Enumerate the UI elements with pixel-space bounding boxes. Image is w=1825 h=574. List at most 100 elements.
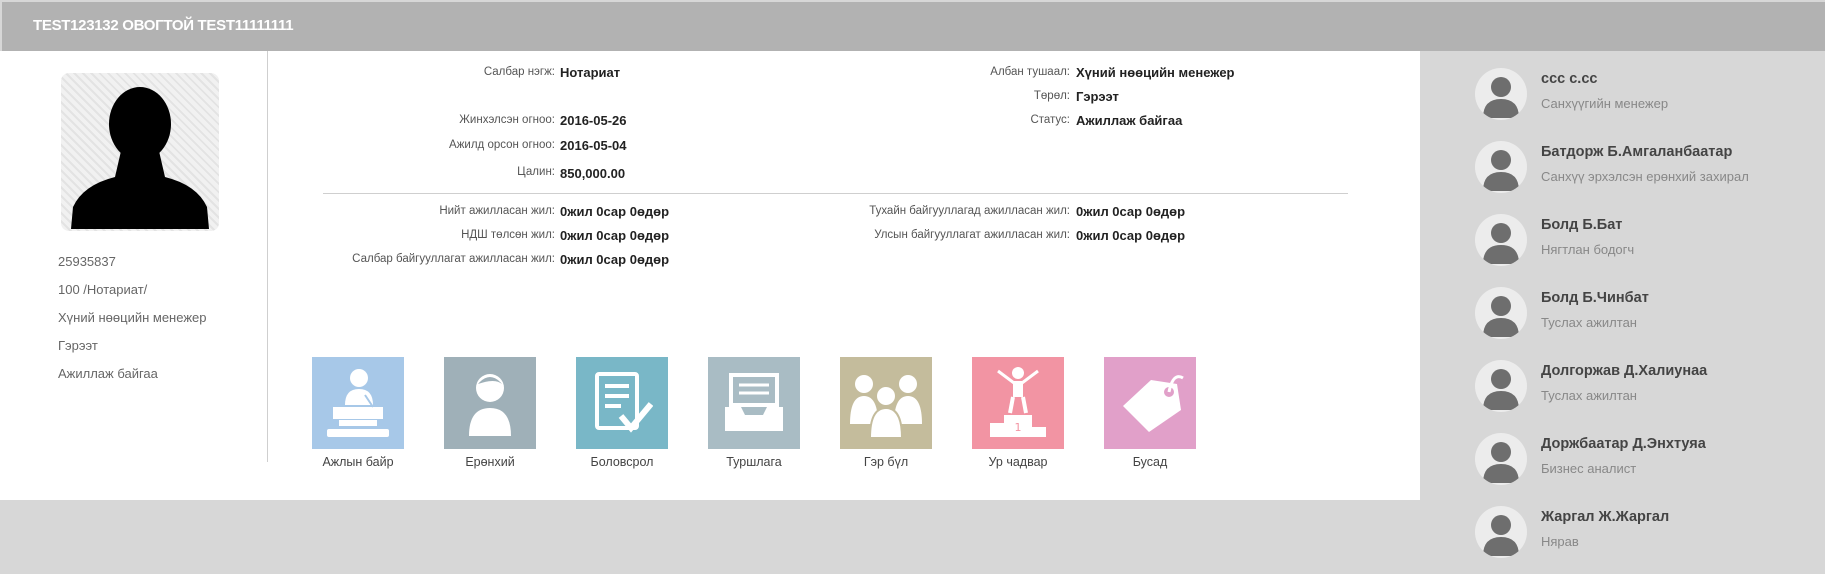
employee-main-panel: 25935837 100 /Нотариат/ Хүний нөөцийн ме… xyxy=(3,51,1420,500)
tag-icon xyxy=(1123,375,1184,432)
company-years-value: 0жил 0сар 0өдөр xyxy=(1076,204,1186,219)
type-value: Гэрээт xyxy=(1076,89,1119,104)
staff-list-item[interactable]: Болд Б.Бат Нягтлан бодогч xyxy=(1473,214,1823,272)
tile-other-box[interactable] xyxy=(1104,357,1196,449)
page-title: TEST123132 ОВОГТОЙ TEST11111111 xyxy=(33,17,294,34)
staff-name: Жаргал Ж.Жаргал xyxy=(1541,509,1670,525)
staff-role: Туслах ажилтан xyxy=(1541,315,1637,330)
job-title-value: Хүний нөөцийн менежер xyxy=(1076,65,1235,80)
sector-years-label: Салбар байгууллагат ажилласан жил: xyxy=(352,253,555,265)
profile-column: 25935837 100 /Нотариат/ Хүний нөөцийн ме… xyxy=(3,51,268,462)
tile-family[interactable]: Гэр бүл xyxy=(840,357,932,469)
staff-avatar xyxy=(1475,141,1527,193)
staff-list-item[interactable]: Жаргал Ж.Жаргал Нярав xyxy=(1473,506,1823,564)
staff-name: Болд Б.Чинбат xyxy=(1541,290,1649,306)
staff-avatar xyxy=(1475,287,1527,339)
tile-other[interactable]: Бусад xyxy=(1104,357,1196,469)
tile-general[interactable]: Ерөнхий xyxy=(444,357,536,469)
tile-experience-box[interactable] xyxy=(708,357,800,449)
start-date-label: Ажилд орсон огноо: xyxy=(449,139,555,151)
staff-list-item[interactable]: Батдорж Б.Амгаланбаатар Санхүү эрхэлсэн … xyxy=(1473,141,1823,199)
type-label: Төрөл: xyxy=(1033,90,1070,102)
staff-role: Санхүүгийн менежер xyxy=(1541,96,1669,111)
tile-skills[interactable]: 1 Ур чадвар xyxy=(972,357,1064,469)
tile-general-label: Ерөнхий xyxy=(465,455,515,469)
staff-avatar xyxy=(1475,68,1527,120)
tile-family-label: Гэр бүл xyxy=(863,455,909,469)
employee-avatar xyxy=(61,73,219,231)
podium-speaker-icon xyxy=(327,369,389,437)
profile-status: Ажиллаж байгаа xyxy=(58,366,158,381)
page-header: TEST123132 ОВОГТОЙ TEST11111111 xyxy=(2,2,1825,51)
tile-workplace[interactable]: Ажлын байр xyxy=(312,357,404,469)
svg-text:1: 1 xyxy=(1015,421,1022,434)
tile-family-box[interactable] xyxy=(840,357,932,449)
tile-education[interactable]: Боловсрол xyxy=(576,357,668,469)
profile-branch: 100 /Нотариат/ xyxy=(58,282,148,297)
branch-unit-value: Нотариат xyxy=(560,65,621,80)
staff-name: Долгоржав Д.Халиунаа xyxy=(1541,363,1708,379)
ndsh-years-label: НДШ төлсөн жил: xyxy=(461,229,555,241)
user-avatar-icon xyxy=(1483,150,1519,191)
staff-name: Болд Б.Бат xyxy=(1541,217,1623,233)
staff-avatar xyxy=(1475,506,1527,558)
staff-role: Нярав xyxy=(1541,534,1579,549)
staff-role: Бизнес аналист xyxy=(1541,461,1637,476)
state-years-value: 0жил 0сар 0өдөр xyxy=(1076,228,1186,243)
salary-value: 850,000.00 xyxy=(560,166,626,181)
user-avatar-icon xyxy=(1483,223,1519,264)
tile-education-box[interactable] xyxy=(576,357,668,449)
ndsh-years-value: 0жил 0сар 0өдөр xyxy=(560,228,670,243)
tile-skills-label: Ур чадвар xyxy=(988,455,1048,469)
salary-label: Цалин: xyxy=(517,166,555,178)
hired-date-value: 2016-05-26 xyxy=(560,113,627,128)
staff-list-item[interactable]: Болд Б.Чинбат Туслах ажилтан xyxy=(1473,287,1823,345)
tile-experience[interactable]: Туршлага xyxy=(708,357,800,469)
tile-experience-label: Туршлага xyxy=(726,455,782,469)
document-check-icon xyxy=(595,372,653,433)
staff-avatar xyxy=(1475,214,1527,266)
person-silhouette-icon xyxy=(71,87,209,229)
tile-workplace-box[interactable] xyxy=(312,357,404,449)
tile-other-label: Бусад xyxy=(1132,455,1168,469)
staff-list-item[interactable]: Долгоржав Д.Халиунаа Туслах ажилтан xyxy=(1473,360,1823,418)
staff-role: Туслах ажилтан xyxy=(1541,388,1637,403)
person-icon xyxy=(469,374,511,436)
staff-avatar xyxy=(1475,433,1527,485)
user-avatar-icon xyxy=(1483,77,1519,118)
user-avatar-icon xyxy=(1483,369,1519,410)
staff-list-item[interactable]: ccc c.cc Санхүүгийн менежер xyxy=(1473,68,1823,126)
status-label: Статус: xyxy=(1030,114,1070,126)
info-divider xyxy=(323,193,1348,194)
family-icon xyxy=(850,375,922,438)
total-years-label: Нийт ажилласан жил: xyxy=(439,205,555,217)
user-avatar-icon xyxy=(1483,442,1519,483)
status-value: Ажиллаж байгаа xyxy=(1076,113,1183,128)
archive-tray-icon xyxy=(725,373,783,431)
sector-years-value: 0жил 0сар 0өдөр xyxy=(560,252,670,267)
staff-name: ccc c.cc xyxy=(1541,71,1598,87)
tile-education-label: Боловсрол xyxy=(590,455,654,469)
staff-name: Доржбаатар Д.Энхтуяа xyxy=(1541,436,1706,452)
hired-date-label: Жинхэлсэн огноо: xyxy=(459,114,555,126)
job-title-label: Албан тушаал: xyxy=(990,66,1070,78)
profile-id: 25935837 xyxy=(58,254,116,269)
profile-type: Гэрээт xyxy=(58,338,98,353)
staff-list-item[interactable]: Доржбаатар Д.Энхтуяа Бизнес аналист xyxy=(1473,433,1823,491)
state-years-label: Улсын байгууллагат ажилласан жил: xyxy=(874,229,1070,241)
branch-unit-label: Салбар нэгж: xyxy=(483,66,555,78)
company-years-label: Тухайн байгууллагад ажилласан жил: xyxy=(869,205,1070,217)
staff-role: Нягтлан бодогч xyxy=(1541,242,1635,257)
winner-podium-icon: 1 xyxy=(990,367,1046,437)
profile-position: Хүний нөөцийн менежер xyxy=(58,310,207,325)
user-avatar-icon xyxy=(1483,296,1519,337)
staff-name: Батдорж Б.Амгаланбаатар xyxy=(1541,144,1733,160)
tile-general-box[interactable] xyxy=(444,357,536,449)
staff-role: Санхүү эрхэлсэн ерөнхий захирал xyxy=(1541,169,1749,184)
total-years-value: 0жил 0сар 0өдөр xyxy=(560,204,670,219)
user-avatar-icon xyxy=(1483,515,1519,556)
tile-workplace-label: Ажлын байр xyxy=(322,455,394,469)
tile-skills-box[interactable]: 1 xyxy=(972,357,1064,449)
staff-avatar xyxy=(1475,360,1527,412)
start-date-value: 2016-05-04 xyxy=(560,138,627,153)
